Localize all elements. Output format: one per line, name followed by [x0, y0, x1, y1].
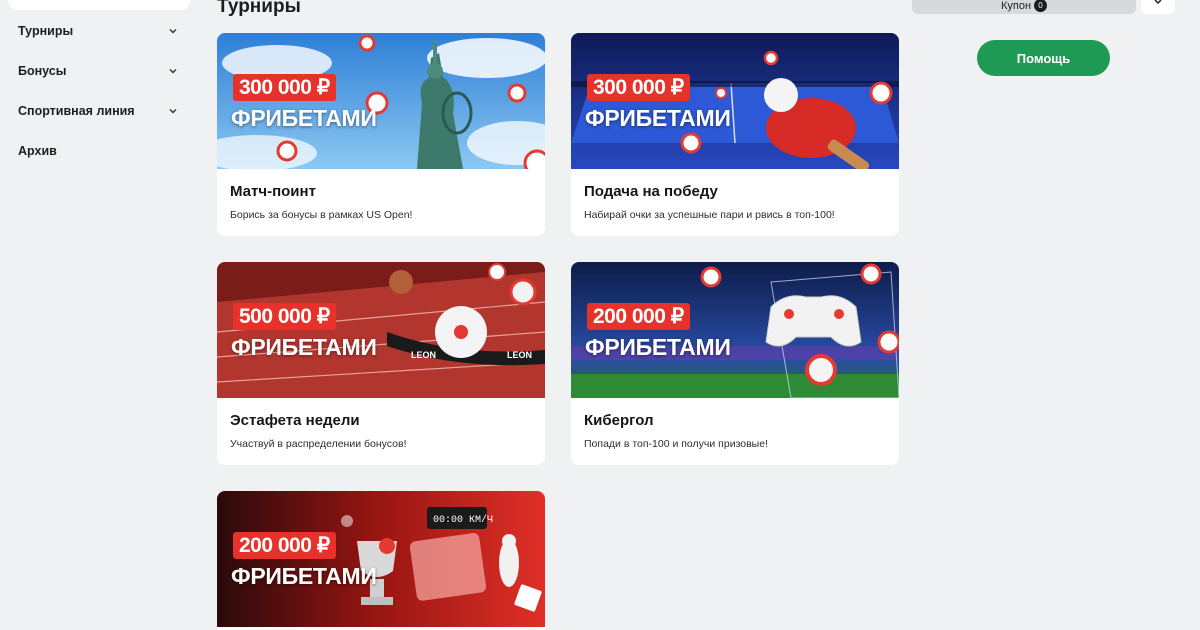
- sidebar-item-sports-line[interactable]: Спортивная линия: [18, 101, 178, 121]
- coupon-toggle-button[interactable]: [1141, 0, 1175, 14]
- card-title: Эстафета недели: [230, 412, 360, 429]
- tournament-card[interactable]: LEON LEON 500 000 ₽ ФРИБЕТАМИ Эстафета н…: [217, 262, 545, 465]
- freebets-label: ФРИБЕТАМИ: [231, 334, 377, 360]
- tournament-banner: 300 000 ₽ ФРИБЕТАМИ: [571, 33, 899, 169]
- tournament-banner: 00:00 КМ/Ч 200 000 ₽ ФРИБЕТАМИ: [217, 491, 545, 627]
- leon-logo-text: LEON: [411, 350, 436, 360]
- sidebar-item-label: Бонусы: [18, 64, 67, 78]
- freebets-label: ФРИБЕТАМИ: [585, 334, 731, 360]
- prize-badge: 300 000 ₽: [587, 74, 690, 101]
- freebets-label: ФРИБЕТАМИ: [231, 105, 377, 131]
- speed-display-text: 00:00 КМ/Ч: [433, 514, 493, 526]
- prize-badge: 200 000 ₽: [233, 532, 336, 559]
- freebets-label: ФРИБЕТАМИ: [585, 105, 731, 131]
- card-description: Попади в топ-100 и получи призовые!: [584, 438, 768, 450]
- card-description: Набирай очки за успешные пари и рвись в …: [584, 209, 835, 221]
- banner-illustration: [217, 33, 545, 169]
- sidebar-item-tournaments[interactable]: Турниры: [18, 21, 178, 41]
- card-title: Кибергол: [584, 412, 654, 429]
- chevron-down-icon: [168, 66, 178, 76]
- sidebar-item-archive[interactable]: Архив: [18, 141, 178, 161]
- sidebar-item-bonuses[interactable]: Бонусы: [18, 61, 178, 81]
- card-title: Матч-поинт: [230, 183, 316, 200]
- tournament-banner: 300 000 ₽ ФРИБЕТАМИ: [217, 33, 545, 169]
- help-button[interactable]: Помощь: [977, 40, 1110, 76]
- banner-illustration: LEON LEON: [217, 262, 545, 398]
- prize-badge: 300 000 ₽: [233, 74, 336, 101]
- tournament-card[interactable]: 200 000 ₽ ФРИБЕТАМИ Кибергол Попади в то…: [571, 262, 899, 465]
- chevron-down-icon: [1153, 0, 1163, 11]
- coupon-tab[interactable]: Купон 0: [912, 0, 1136, 14]
- card-description: Участвуй в распределении бонусов!: [230, 438, 407, 450]
- tournament-card[interactable]: 00:00 КМ/Ч 200 000 ₽ ФРИБЕТАМИ: [217, 491, 545, 630]
- banner-illustration: [571, 33, 899, 169]
- tournament-banner: 200 000 ₽ ФРИБЕТАМИ: [571, 262, 899, 398]
- banner-illustration: [571, 262, 899, 398]
- page-title: Турниры: [217, 0, 301, 17]
- tournament-card[interactable]: 300 000 ₽ ФРИБЕТАМИ Подача на победу Наб…: [571, 33, 899, 236]
- sidebar-item-label: Турниры: [18, 24, 74, 38]
- sidebar-top-panel: [8, 0, 190, 10]
- sidebar-item-label: Спортивная линия: [18, 104, 135, 118]
- prize-badge: 500 000 ₽: [233, 303, 336, 330]
- card-description: Борись за бонусы в рамках US Open!: [230, 209, 413, 221]
- tournament-card[interactable]: 300 000 ₽ ФРИБЕТАМИ Матч-поинт Борись за…: [217, 33, 545, 236]
- prize-badge: 200 000 ₽: [587, 303, 690, 330]
- banner-illustration: 00:00 КМ/Ч: [217, 491, 545, 627]
- card-title: Подача на победу: [584, 183, 718, 200]
- freebets-label: ФРИБЕТАМИ: [231, 563, 377, 589]
- chevron-down-icon: [168, 106, 178, 116]
- coupon-count-badge: 0: [1034, 0, 1048, 12]
- sidebar: Турниры Бонусы Спортивная линия Архив: [0, 0, 200, 630]
- leon-logo-text: LEON: [507, 350, 532, 360]
- tournament-banner: LEON LEON 500 000 ₽ ФРИБЕТАМИ: [217, 262, 545, 398]
- sidebar-item-label: Архив: [18, 144, 57, 158]
- coupon-label: Купон: [1000, 0, 1032, 12]
- chevron-down-icon: [168, 26, 178, 36]
